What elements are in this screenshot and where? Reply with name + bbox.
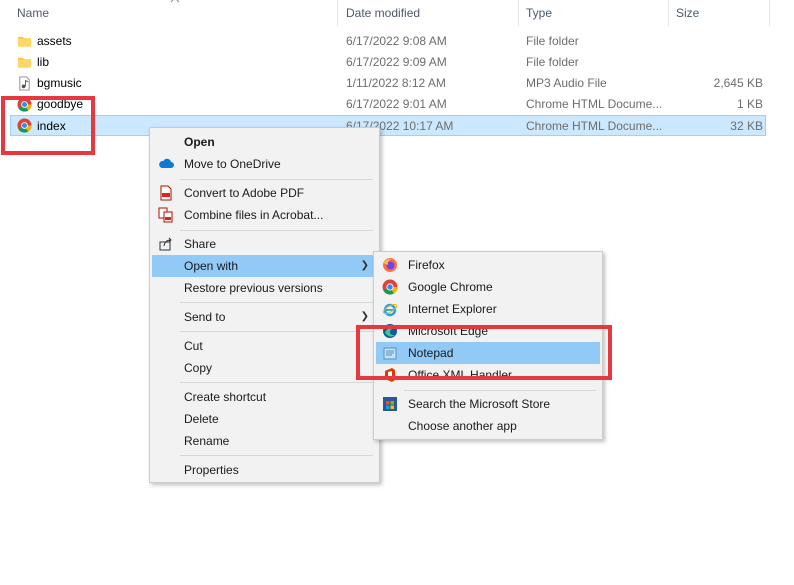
- menu-item-label: Open with: [184, 259, 239, 273]
- file-size: 1 KB: [736, 97, 763, 111]
- menu-separator: [180, 179, 373, 180]
- chevron-right-icon: ❯: [360, 260, 369, 271]
- file-row-goodbye[interactable]: goodbye 6/17/2022 9:01 AM Chrome HTML Do…: [10, 94, 766, 115]
- menu-item-properties[interactable]: Properties: [152, 459, 377, 481]
- menu-separator: [180, 382, 373, 383]
- column-header-name[interactable]: Name: [17, 0, 49, 26]
- context-menu: Open Move to OneDrive Convert to Adobe P…: [149, 127, 380, 483]
- file-row-lib[interactable]: lib 6/17/2022 9:09 AM File folder: [10, 52, 766, 73]
- open-with-chrome[interactable]: Google Chrome: [376, 276, 600, 298]
- menu-item-label: Restore previous versions: [184, 281, 323, 295]
- menu-item-copy[interactable]: Copy: [152, 357, 377, 379]
- open-with-choose-another-app[interactable]: Choose another app: [376, 415, 600, 437]
- menu-item-label: Copy: [184, 361, 213, 375]
- open-with-internet-explorer[interactable]: Internet Explorer: [376, 298, 600, 320]
- file-name: bgmusic: [37, 76, 82, 90]
- open-with-search-store[interactable]: Search the Microsoft Store: [376, 393, 600, 415]
- share-icon: [159, 237, 172, 251]
- menu-item-label: Delete: [184, 412, 219, 426]
- menu-item-share[interactable]: Share: [152, 233, 377, 255]
- file-type: File folder: [526, 55, 579, 69]
- column-divider[interactable]: [668, 0, 669, 26]
- menu-item-label: Search the Microsoft Store: [408, 397, 551, 411]
- file-date: 6/17/2022 9:08 AM: [346, 34, 447, 48]
- open-with-firefox[interactable]: Firefox: [376, 254, 600, 276]
- menu-item-open-with[interactable]: Open with ❯: [152, 255, 377, 277]
- file-type: Chrome HTML Docume...: [526, 119, 663, 133]
- column-divider[interactable]: [337, 0, 338, 26]
- file-size: 2,645 KB: [713, 76, 763, 90]
- file-name: lib: [37, 55, 50, 69]
- adobe-pdf-icon: [160, 185, 172, 201]
- menu-item-cut[interactable]: Cut: [152, 335, 377, 357]
- file-type: File folder: [526, 34, 579, 48]
- audio-file-icon: [19, 76, 30, 91]
- menu-separator: [180, 331, 373, 332]
- menu-separator: [180, 230, 373, 231]
- file-name: assets: [37, 34, 72, 48]
- menu-item-label: Combine files in Acrobat...: [184, 208, 324, 222]
- column-header-date[interactable]: Date modified: [346, 0, 420, 26]
- menu-item-open[interactable]: Open: [152, 131, 377, 153]
- menu-item-label: Choose another app: [408, 419, 517, 433]
- menu-item-rename[interactable]: Rename: [152, 430, 377, 452]
- file-type: MP3 Audio File: [526, 76, 607, 90]
- menu-item-label: Convert to Adobe PDF: [184, 186, 305, 200]
- column-divider[interactable]: [518, 0, 519, 26]
- highlight-box-index-file: [1, 96, 95, 155]
- menu-item-label: Create shortcut: [184, 390, 267, 404]
- menu-item-label: Google Chrome: [408, 280, 493, 294]
- menu-item-combine-acrobat[interactable]: Combine files in Acrobat...: [152, 204, 377, 226]
- menu-item-label: Open: [184, 135, 215, 149]
- acrobat-combine-icon: [158, 207, 173, 223]
- column-header-size[interactable]: Size: [676, 0, 699, 26]
- menu-item-label: Rename: [184, 434, 230, 448]
- menu-item-label: Internet Explorer: [408, 302, 497, 316]
- internet-explorer-icon: [382, 303, 398, 317]
- menu-item-restore-versions[interactable]: Restore previous versions: [152, 277, 377, 299]
- chrome-icon: [382, 279, 398, 295]
- menu-item-create-shortcut[interactable]: Create shortcut: [152, 386, 377, 408]
- file-row-bgmusic[interactable]: bgmusic 1/11/2022 8:12 AM MP3 Audio File…: [10, 73, 766, 94]
- firefox-icon: [383, 258, 397, 272]
- folder-icon: [17, 36, 32, 47]
- menu-item-label: Send to: [184, 310, 226, 324]
- microsoft-store-icon: [383, 397, 397, 411]
- menu-item-move-to-onedrive[interactable]: Move to OneDrive: [152, 153, 377, 175]
- highlight-box-notepad: [356, 325, 612, 380]
- menu-separator: [180, 302, 373, 303]
- column-divider[interactable]: [769, 0, 770, 26]
- menu-item-delete[interactable]: Delete: [152, 408, 377, 430]
- menu-separator: [180, 455, 373, 456]
- menu-item-label: Properties: [184, 463, 239, 477]
- onedrive-icon: [159, 158, 174, 168]
- menu-item-label: Cut: [184, 339, 203, 353]
- file-size: 32 KB: [730, 119, 763, 133]
- file-row-assets[interactable]: assets 6/17/2022 9:08 AM File folder: [10, 31, 766, 52]
- file-date: 6/17/2022 9:09 AM: [346, 55, 447, 69]
- menu-item-label: Move to OneDrive: [184, 157, 281, 171]
- menu-separator: [404, 390, 596, 391]
- column-header-type[interactable]: Type: [526, 0, 552, 26]
- menu-item-convert-to-pdf[interactable]: Convert to Adobe PDF: [152, 182, 377, 204]
- menu-item-label: Share: [184, 237, 217, 251]
- file-date: 1/11/2022 8:12 AM: [346, 76, 446, 90]
- file-row-index[interactable]: index 6/17/2022 10:17 AM Chrome HTML Doc…: [10, 115, 766, 136]
- menu-item-label: Firefox: [408, 258, 445, 272]
- folder-icon: [17, 57, 32, 68]
- sort-ascending-icon: [170, 0, 180, 3]
- file-type: Chrome HTML Docume...: [526, 97, 663, 111]
- file-date: 6/17/2022 9:01 AM: [346, 97, 447, 111]
- menu-item-send-to[interactable]: Send to ❯: [152, 306, 377, 328]
